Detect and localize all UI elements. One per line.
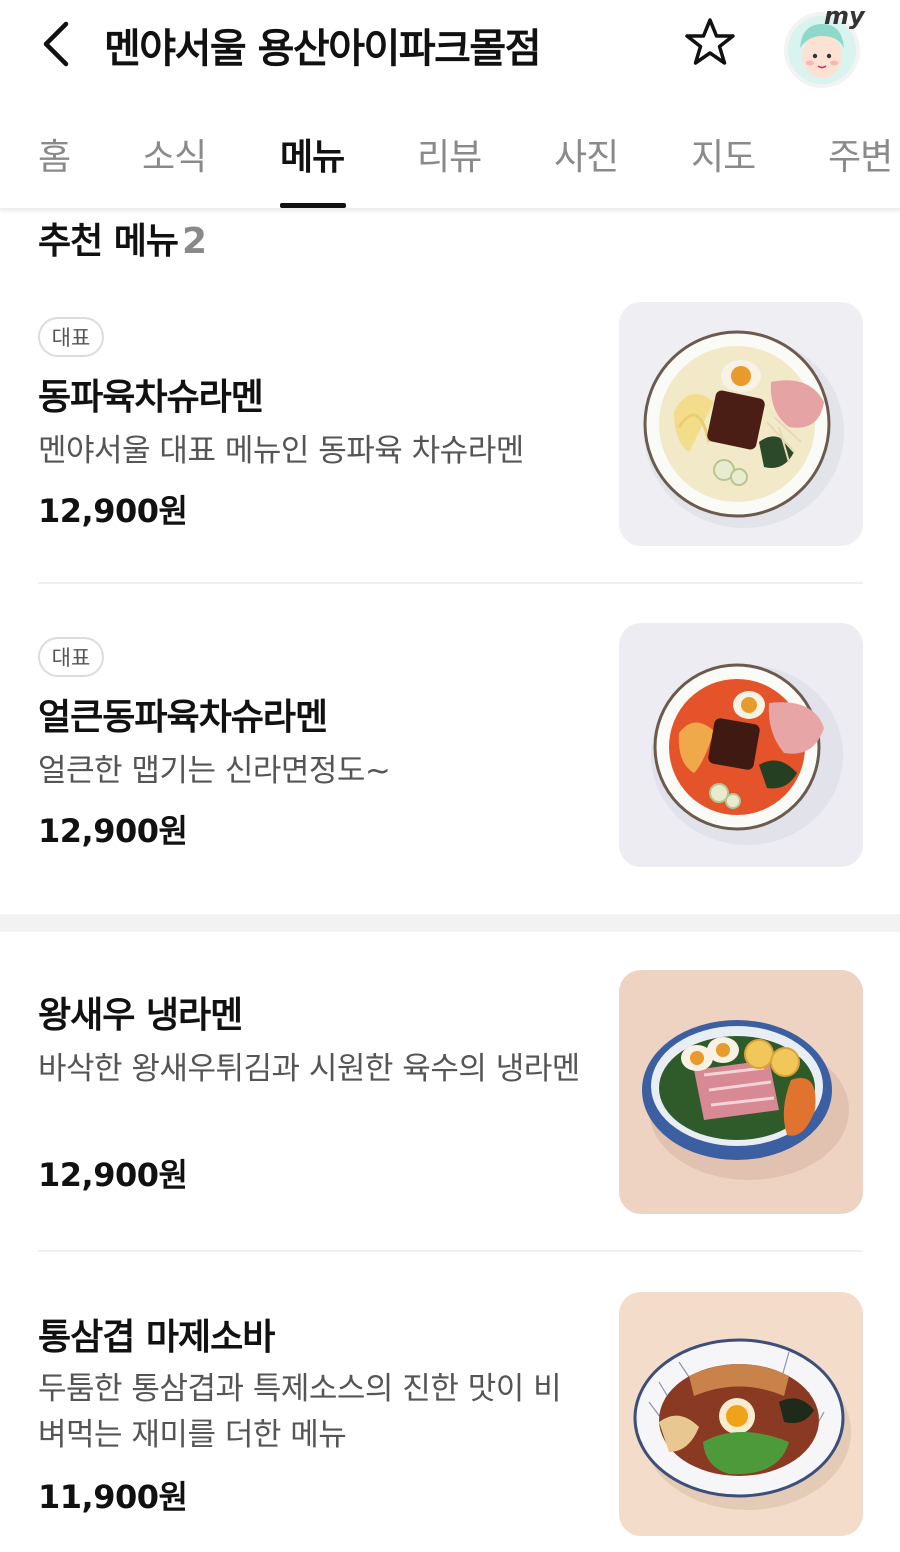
menu-item-description: 두툼한 통삼겹과 특제소스의 진한 맛이 비벼먹는 재미를 더한 메뉴 (38, 1371, 562, 1453)
tab-home[interactable]: 홈 (38, 128, 71, 180)
item-divider (38, 582, 863, 584)
star-icon (685, 18, 735, 65)
signature-badge: 대표 (38, 317, 104, 357)
ramen-bowl-image (643, 330, 844, 528)
menu-item-price: 12,900원 (38, 1156, 188, 1194)
tab-reviews[interactable]: 리뷰 (417, 128, 482, 180)
menu-item-price: 12,900원 (38, 492, 188, 530)
profile-avatar-button[interactable]: my (780, 2, 866, 90)
tab-nearby[interactable]: 주변 (828, 128, 893, 180)
favorite-button[interactable] (680, 14, 740, 74)
chevron-left-icon (43, 21, 69, 67)
menu-item[interactable]: 대표 동파육차슈라멘 멘야서울 대표 메뉴인 동파육 차슈라멘 12,900원 (0, 300, 900, 570)
menu-item-photo (619, 623, 863, 867)
menu-item-name: 통삼겹 마제소바 (38, 1317, 275, 1358)
menu-item[interactable]: 대표 얼큰동파육차슈라멘 얼큰한 맵기는 신라면정도~ 12,900원 (0, 620, 900, 890)
tab-news[interactable]: 소식 (142, 128, 207, 180)
menu-item-description: 멘야서울 대표 메뉴인 동파육 차슈라멘 (38, 433, 524, 469)
menu-item-price: 11,900원 (38, 1478, 188, 1516)
store-title: 멘야서울 용산아이파크몰점 (104, 26, 542, 72)
tab-menu[interactable]: 메뉴 (280, 128, 345, 180)
signature-badge: 대표 (38, 637, 104, 677)
menu-item-name: 동파육차슈라멘 (38, 377, 264, 418)
menu-item-description: 얼큰한 맵기는 신라면정도~ (38, 753, 391, 789)
menu-item[interactable]: 통삼겹 마제소바 두툼한 통삼겹과 특제소스의 진한 맛이 비벼먹는 재미를 더… (0, 1290, 900, 1550)
section-title-text: 추천 메뉴 (38, 221, 179, 262)
section-title: 추천 메뉴 2 (38, 212, 207, 264)
menu-item-photo (619, 970, 863, 1214)
menu-item-description: 바삭한 왕새우튀김과 시원한 육수의 냉라멘 (38, 1051, 580, 1087)
section-count: 2 (182, 221, 207, 262)
section-divider (0, 914, 900, 932)
menu-item[interactable]: 왕새우 냉라멘 바삭한 왕새우튀김과 시원한 육수의 냉라멘 12,900원 (0, 970, 900, 1230)
mazesoba-bowl-image (633, 1338, 851, 1510)
menu-item-name: 왕새우 냉라멘 (38, 995, 243, 1036)
app-header: 멘야서울 용산아이파크몰점 my (0, 0, 900, 100)
menu-item-photo (619, 302, 863, 546)
avatar-label: my (824, 2, 865, 30)
menu-item-photo (619, 1292, 863, 1536)
tab-photos[interactable]: 사진 (554, 128, 619, 180)
active-tab-indicator (280, 203, 346, 208)
menu-item-price: 12,900원 (38, 812, 188, 850)
item-divider (38, 1250, 863, 1252)
tab-map[interactable]: 지도 (691, 128, 756, 180)
spicy-ramen-bowl-image (651, 663, 843, 845)
menu-item-name: 얼큰동파육차슈라멘 (38, 697, 328, 738)
tab-bar: 홈 소식 메뉴 리뷰 사진 지도 주변 (0, 100, 900, 210)
back-button[interactable] (34, 18, 78, 70)
cold-ramen-bowl-image (642, 1020, 849, 1180)
